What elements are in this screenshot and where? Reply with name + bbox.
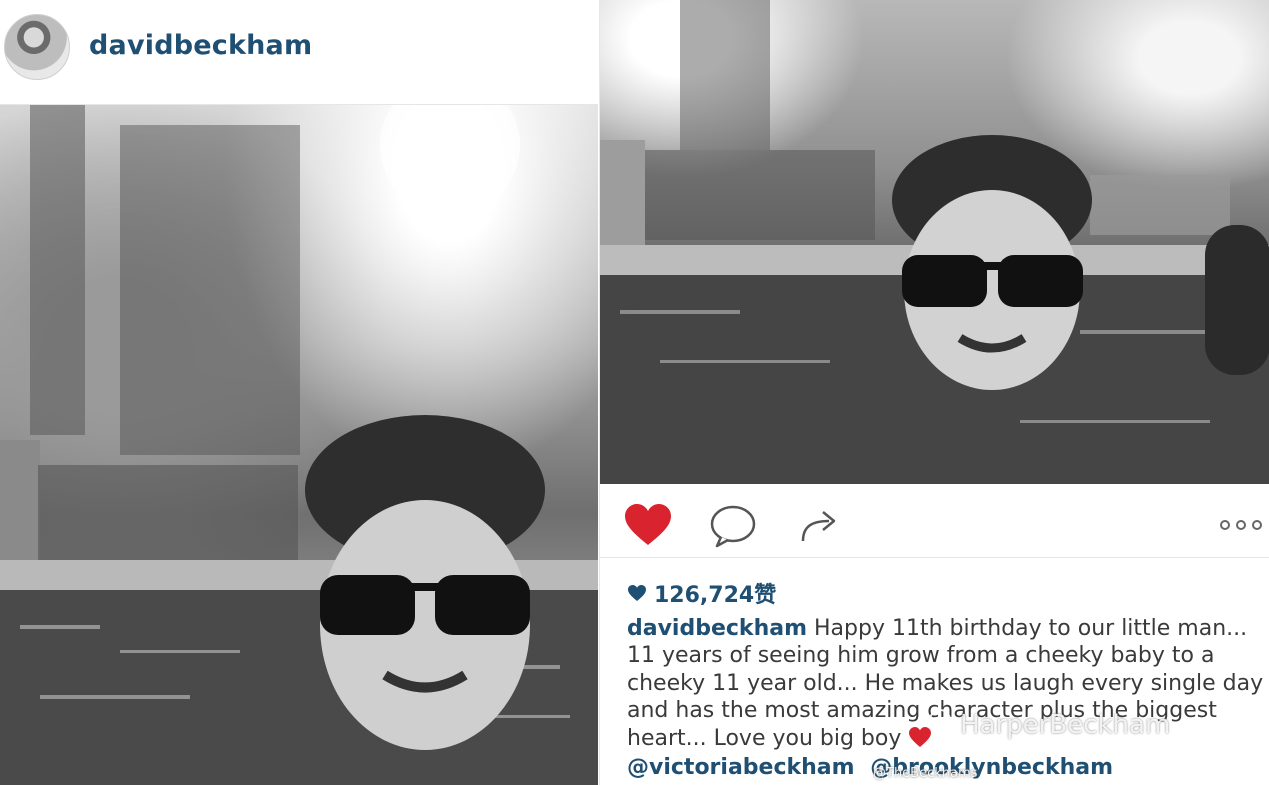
photo-boy-in-pool-closeup bbox=[600, 0, 1269, 484]
heart-filled-icon[interactable] bbox=[623, 503, 673, 547]
photo-boy-in-pool bbox=[0, 105, 598, 785]
share-arrow-icon[interactable] bbox=[799, 505, 841, 545]
right-post: 126,724赞 davidbeckham Happy 11th birthda… bbox=[599, 0, 1269, 785]
ellipsis-icon[interactable] bbox=[1217, 515, 1265, 535]
watermark-handle: @TheBeckhams bbox=[873, 766, 978, 781]
avatar[interactable] bbox=[4, 14, 70, 80]
post-username[interactable]: davidbeckham bbox=[89, 30, 312, 61]
speech-bubble-icon[interactable] bbox=[709, 504, 757, 548]
wechat-logo-icon bbox=[929, 709, 957, 735]
heart-small-icon bbox=[628, 585, 646, 601]
post-photo[interactable] bbox=[0, 105, 598, 785]
left-post: davidbeckham bbox=[0, 0, 598, 785]
likes-row[interactable]: 126,724赞 bbox=[627, 579, 777, 608]
action-bar bbox=[600, 497, 1269, 558]
post-photo[interactable] bbox=[600, 0, 1269, 484]
likes-count: 126,724赞 bbox=[654, 583, 777, 608]
post-header: davidbeckham bbox=[0, 0, 598, 105]
watermark-text: HarperBeckham bbox=[960, 710, 1171, 740]
mention-link[interactable]: @victoriabeckham bbox=[627, 755, 855, 780]
caption-username[interactable]: davidbeckham bbox=[627, 616, 807, 641]
